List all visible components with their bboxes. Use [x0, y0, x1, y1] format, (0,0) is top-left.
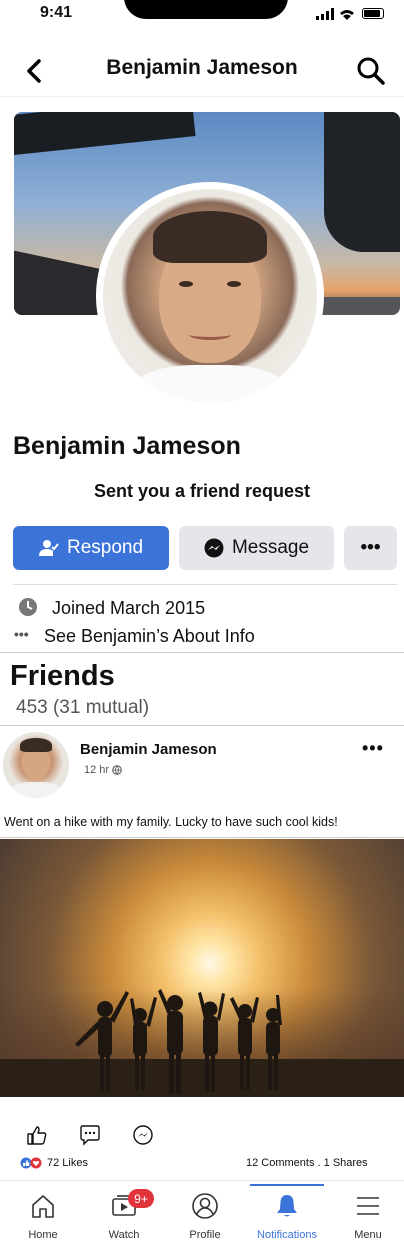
tab-home[interactable]: Home [3, 1181, 83, 1251]
signal-wifi-icons [316, 8, 354, 20]
tab-label: Profile [189, 1229, 221, 1241]
post-author-name[interactable]: Benjamin Jameson [80, 741, 217, 758]
likes-count: 72 Likes [47, 1157, 88, 1169]
message-button[interactable]: Message [179, 526, 334, 570]
profile-picture[interactable] [103, 189, 317, 403]
respond-label: Respond [66, 537, 144, 558]
joined-info: Joined March 2015 [52, 598, 206, 618]
post-time-text: 12 hr [84, 764, 110, 776]
tab-label: Home [28, 1229, 58, 1241]
divider [13, 584, 397, 585]
menu-icon [357, 1197, 379, 1215]
tab-menu[interactable]: Menu [328, 1181, 404, 1251]
profile-name: Benjamin Jameson [13, 432, 241, 460]
device-notch [124, 0, 288, 19]
like-icon[interactable] [26, 1124, 48, 1146]
post-photo[interactable] [0, 839, 404, 1097]
post-text: Went on a hike with my family. Lucky to … [4, 815, 338, 829]
post-options-button[interactable]: ••• [362, 738, 384, 759]
top-bar: Benjamin Jameson [0, 44, 404, 97]
page-title: Benjamin Jameson [106, 56, 298, 79]
message-label: Message [231, 537, 310, 558]
divider [0, 837, 404, 838]
search-icon[interactable] [356, 56, 386, 86]
home-icon [32, 1195, 54, 1218]
tab-notifications[interactable]: Notifications [247, 1181, 327, 1251]
messenger-share-icon[interactable] [132, 1124, 154, 1146]
profile-icon [192, 1193, 218, 1219]
tab-watch[interactable]: Watch [84, 1181, 164, 1251]
messenger-icon [204, 538, 224, 558]
friends-heading[interactable]: Friends [10, 660, 115, 693]
bell-icon [277, 1195, 297, 1217]
family-silhouette [75, 989, 282, 1093]
divider [0, 725, 404, 726]
about-info-link[interactable]: See Benjamin’s About Info [44, 626, 255, 647]
more-options-button[interactable]: ••• [344, 526, 397, 570]
battery-icon [362, 8, 384, 19]
reactions-summary[interactable]: 72 Likes [20, 1157, 88, 1169]
more-dots-icon: ••• [14, 626, 29, 642]
friend-request-text: Sent you a friend request [93, 481, 311, 501]
status-bar: 9:41 [0, 0, 404, 30]
tab-label: Notifications [257, 1229, 317, 1241]
tab-label: Watch [108, 1229, 140, 1241]
bottom-tab-bar: Home Watch Profile Notifications Menu [0, 1180, 404, 1251]
globe-icon [112, 765, 122, 775]
post-author-avatar[interactable] [3, 732, 69, 798]
status-time: 9:41 [40, 4, 73, 21]
reaction-icons [20, 1157, 42, 1169]
tab-profile[interactable]: Profile [165, 1181, 245, 1251]
post-timestamp: 12 hr [84, 764, 122, 776]
comments-shares-count[interactable]: 12 Comments . 1 Shares [246, 1157, 368, 1169]
respond-button[interactable]: Respond [13, 526, 169, 570]
watch-notification-badge: 9+ [128, 1189, 154, 1208]
divider [0, 652, 404, 653]
friends-count: 453 (31 mutual) [16, 697, 150, 718]
clock-icon [19, 598, 37, 616]
comment-icon[interactable] [79, 1124, 101, 1146]
tab-label: Menu [354, 1229, 382, 1241]
person-check-icon [38, 539, 59, 557]
